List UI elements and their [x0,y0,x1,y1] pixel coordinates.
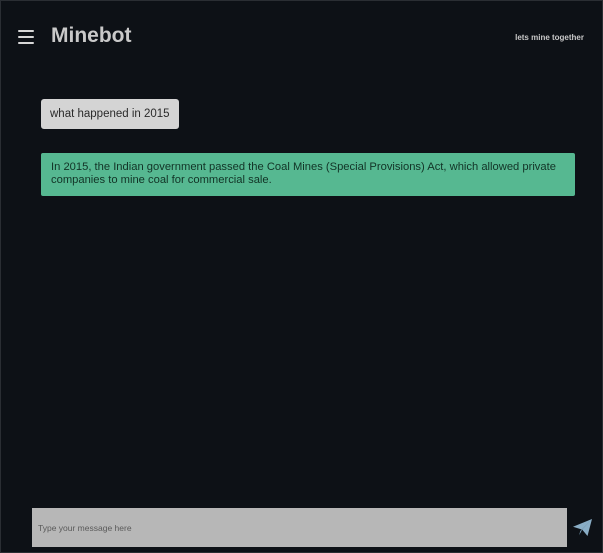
bot-message: In 2015, the Indian government passed th… [41,153,575,196]
menu-icon-bar [18,30,34,32]
chat-area: what happened in 2015 In 2015, the India… [1,71,602,507]
user-message: what happened in 2015 [41,99,179,129]
app-header: Minebot lets mine together [1,1,602,71]
hamburger-menu-icon[interactable] [18,30,34,44]
app-window: Minebot lets mine together what happened… [0,0,603,553]
menu-icon-bar [18,42,34,44]
message-input[interactable] [32,508,567,547]
paper-plane-icon [573,519,592,536]
message-composer [32,508,598,547]
menu-icon-bar [18,36,34,38]
app-title: Minebot [51,24,132,47]
app-tagline: lets mine together [515,33,584,42]
send-button[interactable] [567,508,598,547]
